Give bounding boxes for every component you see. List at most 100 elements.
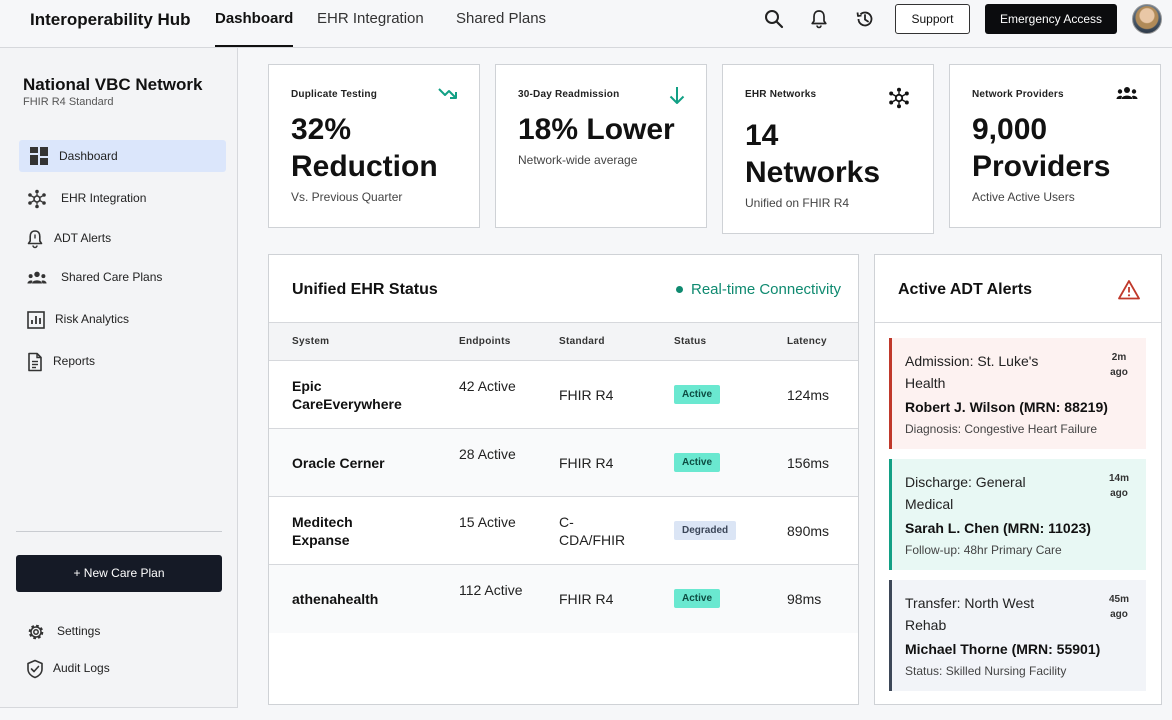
sidebar-item-label: Settings [57,624,101,638]
sidebar-item-dashboard[interactable]: Dashboard [19,140,226,172]
kpi-value: 14 [745,119,779,152]
cell-endpoints: 112 Active [459,582,523,598]
sidebar-item-adt-alerts[interactable]: ADT Alerts [19,222,226,254]
arrow-down-icon [669,87,685,104]
bell-icon [27,230,43,249]
kpi-label: EHR Networks [745,89,817,100]
tab-ehr-integration[interactable]: EHR Integration [317,9,424,47]
gear-icon [28,624,44,640]
column-header-latency[interactable]: Latency [787,336,827,347]
kpi-subtext: Unified on FHIR R4 [745,196,850,210]
sidebar-item-reports[interactable]: Reports [19,345,226,377]
sidebar: National VBC Network FHIR R4 Standard Da… [0,48,238,708]
kpi-card-network-providers: Network Providers 9,000 Providers Active… [949,64,1161,228]
alert-item[interactable]: Admission: St. Luke's Health 2m ago Robe… [889,338,1146,449]
panel-title: Unified EHR Status [292,281,438,298]
sidebar-item-ehr-integration[interactable]: EHR Integration [19,182,226,214]
adt-alerts-panel: Active ADT Alerts Admission: St. Luke's … [874,254,1162,705]
alert-detail: Status: Skilled Nursing Facility [905,664,1067,678]
table-row[interactable]: athenahealth 112 Active FHIR R4 Active 9… [269,565,858,633]
status-badge: Active [674,385,721,404]
kpi-value-unit: Networks [745,156,881,189]
trend-down-icon [438,88,457,99]
sidebar-item-settings[interactable]: Settings [19,615,226,647]
warning-icon [1118,280,1140,300]
cell-latency: 156ms [787,455,830,471]
kpi-value-unit: Reduction [291,150,438,183]
organization-standard: FHIR R4 Standard [23,96,114,108]
sidebar-item-label: Dashboard [59,149,118,163]
tab-dashboard[interactable]: Dashboard [215,9,294,47]
panel-divider [875,322,1161,323]
alert-time: 2m ago [1110,352,1128,378]
alert-patient: Robert J. Wilson (MRN: 88219) [905,399,1108,415]
shield-icon [27,659,43,679]
status-badge: Active [674,589,721,608]
cell-standard: FHIR R4 [559,387,614,403]
alert-time: 14m ago [1108,473,1129,499]
realtime-indicator: Real-time Connectivity [676,281,841,298]
table-row[interactable]: Epic CareEverywhere 42 Active FHIR R4 Ac… [269,361,858,429]
cell-endpoints: 28 Active [459,446,516,462]
column-header-standard[interactable]: Standard [559,336,605,347]
bell-icon[interactable] [809,9,829,29]
chart-icon [27,311,45,329]
grid-icon [30,147,48,165]
kpi-label: Duplicate Testing [291,89,378,100]
alert-title: Admission: St. Luke's Health [905,353,1039,391]
status-badge: Active [674,453,721,472]
realtime-label: Real-time Connectivity [691,281,842,298]
kpi-card-ehr-networks: EHR Networks 14 Networks Unified on FHIR… [722,64,934,234]
column-header-system[interactable]: System [292,336,329,347]
alert-title: Discharge: General Medical [905,474,1026,512]
sidebar-item-label: ADT Alerts [54,231,112,245]
cell-standard: C-CDA/FHIR [559,514,626,548]
support-button[interactable]: Support [895,4,970,34]
new-care-plan-button[interactable]: + New Care Plan [16,555,222,592]
sidebar-item-label: Reports [53,354,96,368]
kpi-subtext: Network-wide average [518,153,638,167]
sidebar-item-label: Risk Analytics [55,312,130,326]
alert-patient: Michael Thorne (MRN: 55901) [905,641,1101,657]
kpi-value: 9,000 [972,113,1048,146]
alert-item[interactable]: Discharge: General Medical 14m ago Sarah… [889,459,1146,570]
alert-detail: Diagnosis: Congestive Heart Failure [905,422,1098,436]
cell-system: athenahealth [292,591,379,607]
organization-name: National VBC Network [23,75,203,94]
history-icon[interactable] [855,9,875,29]
kpi-card-duplicate-testing: Duplicate Testing 32% Reduction Vs. Prev… [268,64,480,228]
kpi-label: 30-Day Readmission [518,89,620,100]
alert-detail: Follow-up: 48hr Primary Care [905,543,1062,557]
panel-title: Active ADT Alerts [898,281,1032,298]
alert-title: Transfer: North West Rehab [905,595,1035,633]
network-icon [889,87,909,109]
cell-standard: FHIR R4 [559,591,614,607]
user-avatar[interactable] [1132,4,1162,34]
status-badge: Degraded [674,521,737,540]
sidebar-item-label: Audit Logs [53,661,110,675]
network-icon [28,189,46,209]
sidebar-item-shared-care-plans[interactable]: Shared Care Plans [19,261,226,293]
search-icon[interactable] [764,9,784,29]
kpi-subtext: Vs. Previous Quarter [291,190,403,204]
emergency-access-button[interactable]: Emergency Access [985,4,1117,34]
cell-latency: 98ms [787,591,822,607]
cell-latency: 890ms [787,523,830,539]
sidebar-item-risk-analytics[interactable]: Risk Analytics [19,303,226,335]
alert-item[interactable]: Transfer: North West Rehab 45m ago Micha… [889,580,1146,691]
table-row[interactable]: Meditech Expanse 15 Active C-CDA/FHIR De… [269,497,858,565]
top-navigation-bar: Interoperability Hub Dashboard EHR Integ… [0,0,1172,48]
kpi-subtext: Active Active Users [972,190,1075,204]
column-header-status[interactable]: Status [674,336,706,347]
kpi-value-unit: Providers [972,150,1111,183]
cell-endpoints: 15 Active [459,514,516,530]
app-title: Interoperability Hub [30,10,191,29]
tab-shared-plans[interactable]: Shared Plans [456,9,546,47]
cell-latency: 124ms [787,387,830,403]
table-header: System Endpoints Standard Status Latency [269,322,858,361]
alert-patient: Sarah L. Chen (MRN: 11023) [905,520,1091,536]
column-header-endpoints[interactable]: Endpoints [459,336,511,347]
kpi-value: 32% [291,113,352,146]
sidebar-item-audit-logs[interactable]: Audit Logs [19,652,226,684]
table-row[interactable]: Oracle Cerner 28 Active FHIR R4 Active 1… [269,429,858,497]
